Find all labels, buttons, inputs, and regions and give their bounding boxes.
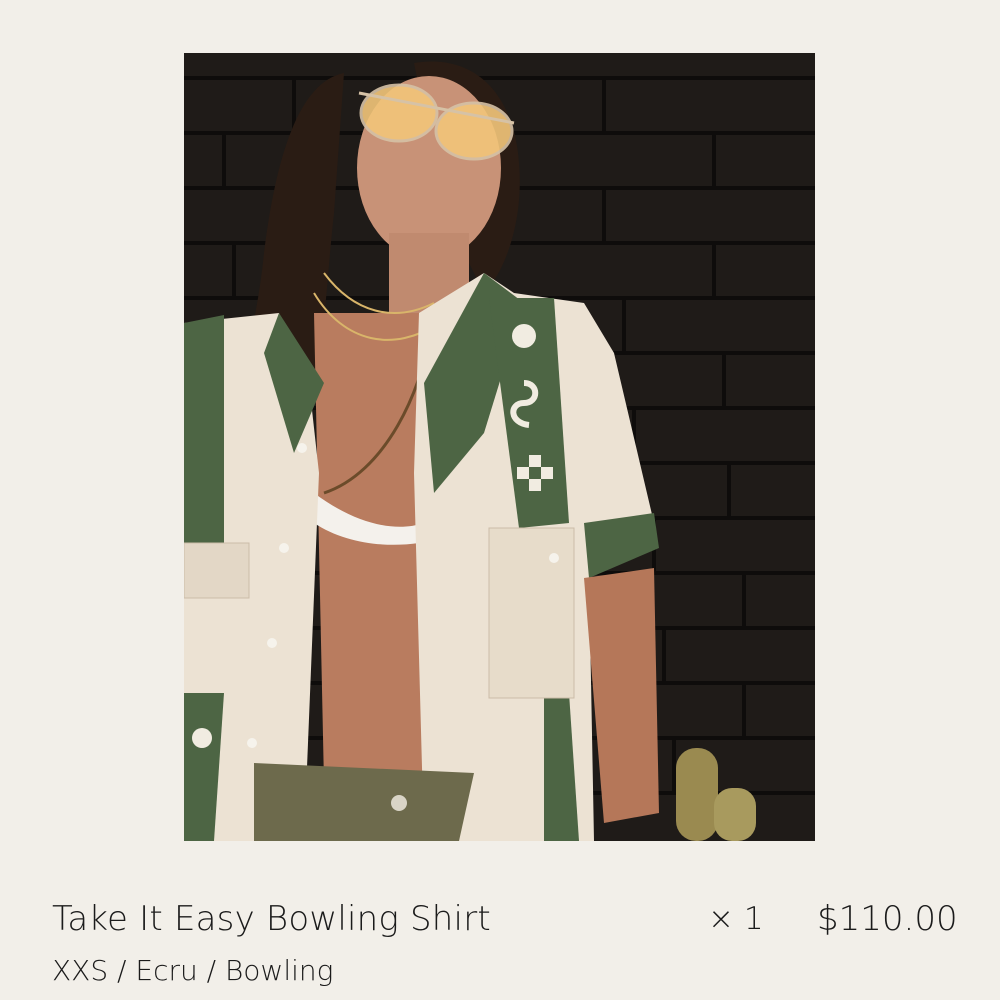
cart-line-item: Take It Easy Bowling Shirt XXS / Ecru / … — [0, 0, 1000, 1000]
line-price: $110.00 — [817, 899, 958, 939]
product-image[interactable] — [184, 53, 815, 841]
quantity-label: × 1 — [708, 901, 764, 937]
product-photo-illustration — [184, 53, 815, 841]
product-variant: XXS / Ecru / Bowling — [52, 954, 334, 987]
product-title[interactable]: Take It Easy Bowling Shirt — [52, 899, 491, 939]
